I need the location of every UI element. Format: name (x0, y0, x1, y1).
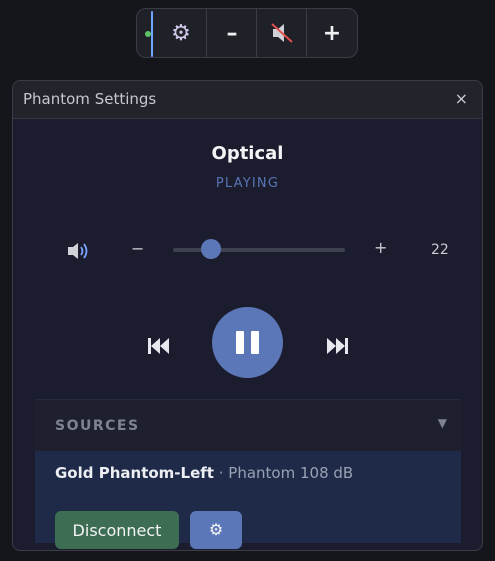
skip-previous-icon[interactable] (146, 335, 170, 357)
playback-state: PLAYING (215, 176, 280, 191)
gear-icon: ⚙ (208, 522, 224, 539)
volume-plus-button[interactable]: + (374, 238, 387, 257)
toolbar: ⚙ – + (136, 8, 358, 58)
volume-down-button[interactable]: – (207, 9, 257, 57)
source-item: Gold Phantom-Left · Phantom 108 dB Disco… (35, 451, 461, 549)
sources-label: SOURCES (55, 418, 140, 434)
volume-value: 22 (431, 242, 449, 258)
close-icon[interactable]: × (455, 89, 468, 108)
plus-icon: + (322, 20, 342, 46)
pause-icon (236, 331, 259, 354)
chevron-down-icon[interactable]: ▼ (438, 416, 447, 430)
gear-icon: ⚙ (171, 20, 191, 46)
volume-up-button[interactable]: + (307, 9, 357, 57)
minus-icon: – (226, 20, 238, 46)
panel-title: Phantom Settings (23, 90, 157, 108)
disconnect-button[interactable]: Disconnect (55, 511, 179, 549)
device-name: Optical (211, 143, 284, 164)
source-name: Gold Phantom-Left (55, 464, 214, 482)
volume-slider-thumb[interactable] (200, 239, 221, 259)
volume-slider[interactable] (173, 248, 345, 252)
sources-header[interactable]: SOURCES ▼ (35, 400, 461, 452)
source-settings-button[interactable]: ⚙ (190, 511, 242, 549)
toolbar-accent (151, 11, 153, 57)
source-separator: · (218, 464, 224, 482)
panel-header: Phantom Settings × (13, 81, 482, 119)
play-pause-button[interactable] (212, 307, 283, 378)
settings-button[interactable]: ⚙ (156, 9, 206, 57)
settings-panel: Phantom Settings × Optical PLAYING − + 2… (12, 80, 483, 551)
mute-button[interactable] (257, 9, 307, 57)
volume-minus-button[interactable]: − (131, 239, 144, 258)
skip-next-icon[interactable] (326, 335, 350, 357)
source-title: Gold Phantom-Left · Phantom 108 dB (55, 464, 353, 482)
speaker-icon (68, 243, 88, 259)
speaker-muted-icon (271, 23, 293, 43)
source-detail: Phantom 108 dB (228, 464, 354, 482)
